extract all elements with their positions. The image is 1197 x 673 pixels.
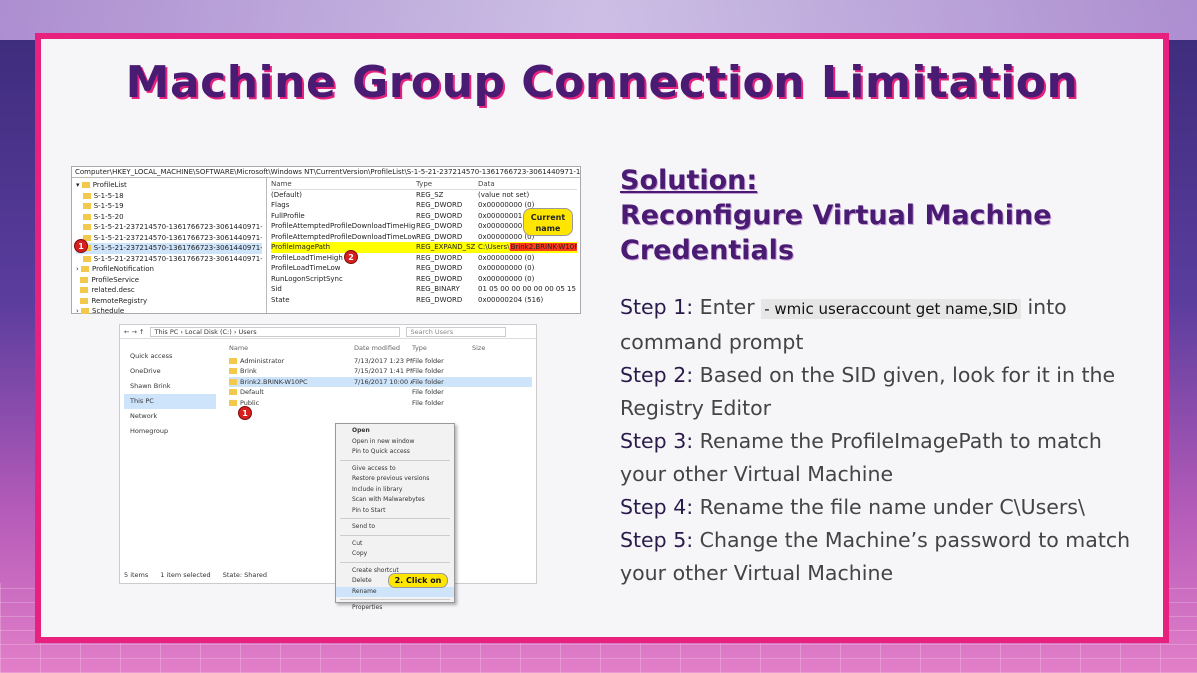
nav-item: Network: [130, 412, 158, 420]
registry-path: Computer\HKEY_LOCAL_MACHINE\SOFTWARE\Mic…: [72, 167, 580, 178]
tree-item: S-1-5-19: [76, 201, 262, 212]
nav-arrows-icon: ← → ↑: [124, 327, 145, 336]
folder-icon: [82, 255, 91, 262]
nav-item: Homegroup: [130, 427, 169, 435]
menu-item: Restore previous versions: [352, 475, 430, 482]
folder-icon: [229, 389, 237, 395]
menu-separator: [340, 533, 450, 536]
tree-item: › ProfileNotification: [76, 265, 154, 273]
file-row: Brink 7/15/2017 1:41 PM File folder: [229, 366, 532, 377]
menu-item: Send to: [352, 523, 376, 530]
file-row: Administrator 7/13/2017 1:23 PM File folde…: [229, 356, 532, 367]
solution-heading: Solution:: [620, 165, 758, 196]
nav-item: OneDrive: [130, 367, 161, 375]
tree-item: S-1-5-21-237214570-1361766723-3061440971…: [76, 222, 262, 233]
menu-separator: [340, 560, 450, 563]
nav-item-selected: This PC: [124, 394, 216, 409]
registry-tree: ▾ ProfileList S-1-5-18 S-1-5-19 S-1-5-20…: [72, 178, 267, 315]
tree-item: S-1-5-20: [76, 212, 262, 223]
nav-item: Shawn Brink: [130, 382, 171, 390]
folder-icon: [229, 399, 237, 406]
menu-item: Include in library: [352, 485, 403, 493]
menu-item: Properties: [352, 604, 383, 611]
registry-row: ProfileLoadTimeHigh REG_DWORD 0x00000000 (…: [271, 253, 535, 262]
menu-separator: [340, 516, 450, 519]
explorer-search: Search Users: [406, 326, 507, 337]
steps-list: Step 1: Enter - wmic useraccount get nam…: [620, 291, 1140, 590]
folder-icon: [80, 297, 89, 304]
tree-item: S-1-5-18: [76, 191, 262, 202]
nav-item: Quick access: [130, 352, 173, 360]
step-3: Step 3: Rename the ProfileImagePath to m…: [620, 429, 1102, 486]
step-1: Step 1: Enter - wmic useraccount get nam…: [620, 295, 1067, 354]
slide: Machine Group Connection Limitation Comp…: [35, 33, 1169, 643]
click-on-callout: 2. Click on: [388, 573, 448, 588]
registry-row: RunLogonScriptSync REG_DWORD 0x00000000 (0…: [271, 274, 535, 283]
registry-row: (Default) REG_SZ (value not set): [271, 190, 530, 199]
registry-values: Name Type Data (Default) REG_SZ (value not s…: [268, 178, 580, 313]
folder-icon: [81, 308, 90, 314]
step-badge-2: 2: [344, 250, 358, 264]
menu-item: Cut: [352, 539, 363, 547]
folder-icon: [80, 287, 89, 293]
file-row: Public File folder: [229, 398, 532, 409]
folder-icon: [229, 378, 237, 385]
tree-item: related.desc: [76, 285, 262, 296]
registry-row: Sid REG_BINARY 01 05 00 00 00 00 00 05 15 …: [271, 285, 577, 293]
menu-separator: [340, 597, 450, 600]
file-row-selected: Brink2.BRINK-W10PC7/16/2017 10:00 AMFile…: [229, 376, 532, 387]
registry-row: State REG_DWORD 0x00000204 (516): [271, 295, 544, 304]
tree-item: ▾ ProfileList: [76, 181, 127, 189]
registry-row: ProfileLoadTimeLow REG_DWORD 0x00000000 (0…: [271, 264, 535, 272]
command-text: - wmic useraccount get name,SID: [761, 299, 1021, 319]
page-title: Machine Group Connection Limitation: [125, 57, 1079, 108]
file-list-header: Name Date modified Type Size: [229, 344, 486, 352]
folder-icon: [81, 266, 90, 272]
step-2: Step 2: Based on the SID given, look for…: [620, 363, 1116, 420]
menu-item-open: Open: [352, 427, 370, 434]
explorer-address-bar: ← → ↑ This PC › Local Disk (C:) › Users …: [120, 325, 536, 339]
menu-item: Open in new window: [352, 437, 415, 445]
folder-icon: [81, 182, 90, 188]
folder-icon: [82, 213, 91, 220]
step-5: Step 5: Change the Machine’s password to…: [620, 528, 1131, 585]
tree-item: ProfileService: [76, 275, 262, 286]
explorer-screenshot: ← → ↑ This PC › Local Disk (C:) › Users …: [119, 324, 537, 611]
solution-text: Reconfigure Virtual Machine Credentials: [620, 200, 1052, 266]
registry-header: Name Type Data: [271, 179, 577, 190]
tree-item: › Schedule: [76, 307, 125, 315]
registry-row-profileimagepath: ProfileImagePath REG_EXPAND_SZ C:\Users\Br…: [271, 242, 577, 253]
menu-item: Scan with Malwarebytes: [352, 496, 425, 503]
menu-item: Give access to: [352, 464, 396, 472]
explorer-status-bar: 5 items 1 item selected State: Shared: [124, 571, 268, 579]
registry-screenshot: Computer\HKEY_LOCAL_MACHINE\SOFTWARE\Mic…: [71, 166, 581, 315]
step-badge-1: 1: [238, 406, 252, 420]
step-4: Step 4: Rename the file name under C\Use…: [620, 495, 1085, 519]
menu-item: Pin to Start: [352, 506, 386, 514]
folder-icon: [80, 276, 89, 283]
folder-icon: [82, 203, 91, 209]
folder-icon: [82, 192, 91, 199]
file-row: Default File folder: [229, 387, 532, 398]
folder-icon: [82, 224, 91, 230]
step-badge-1: 1: [74, 239, 88, 253]
menu-item: Pin to Quick access: [352, 448, 410, 455]
menu-item-rename: Rename: [336, 586, 454, 597]
menu-item: Copy: [352, 550, 368, 557]
current-name-callout: Current name: [523, 208, 573, 236]
tree-item: S-1-5-21-237214570-1361766723-3061440971…: [76, 233, 262, 244]
explorer-path: This PC › Local Disk (C:) › Users: [150, 326, 401, 337]
folder-icon: [229, 368, 237, 374]
menu-separator: [340, 458, 450, 461]
folder-icon: [229, 357, 237, 364]
tree-item-selected: S-1-5-21-237214570-1361766723-3061440971…: [76, 243, 262, 254]
solution-block: Solution: Reconfigure Virtual Machine Cr…: [620, 163, 1140, 268]
tree-item: S-1-5-21-237214570-1361766723-3061440971…: [76, 254, 262, 265]
tree-item: RemoteRegistry: [76, 296, 262, 307]
explorer-nav: Quick access OneDrive Shawn Brink This P…: [120, 339, 220, 569]
